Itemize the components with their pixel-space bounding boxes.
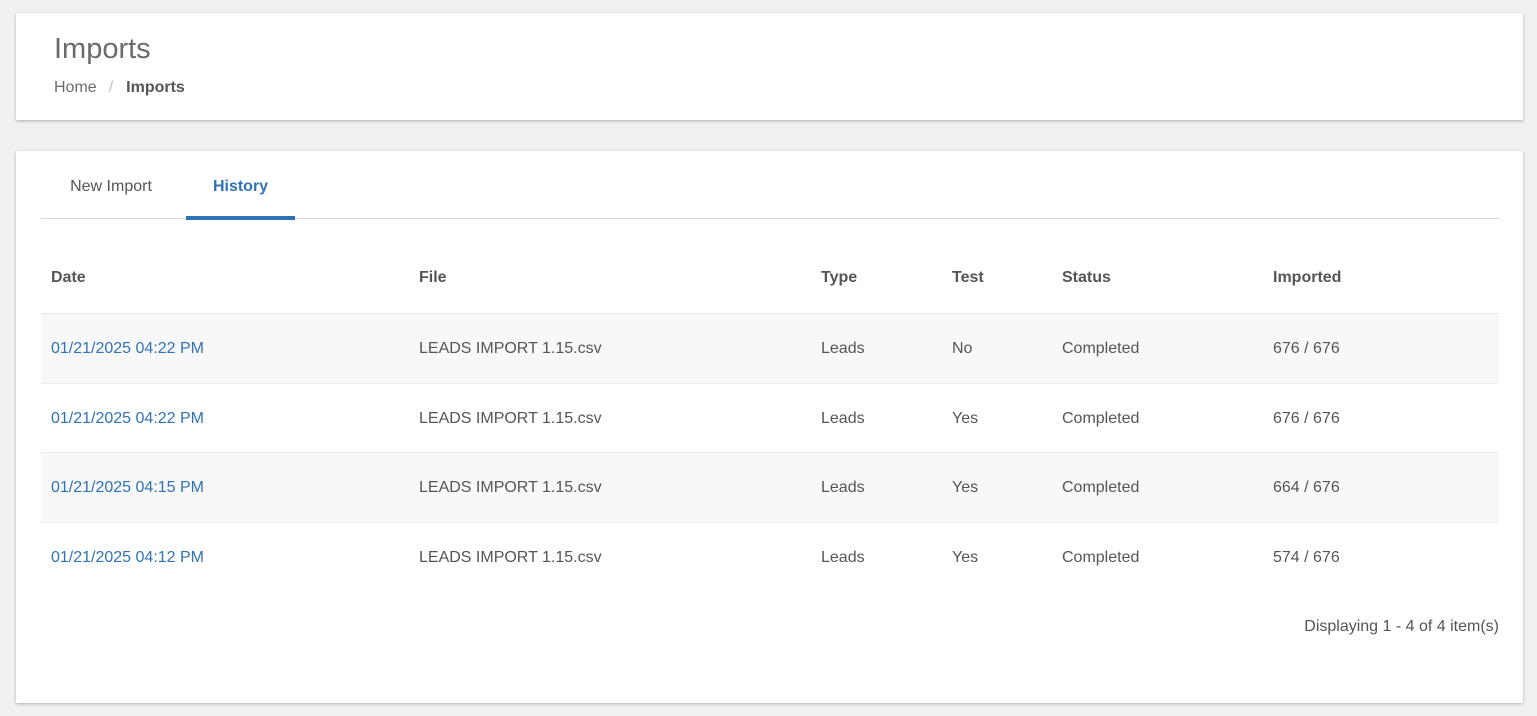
date-link[interactable]: 01/21/2025 04:15 PM [51, 453, 204, 522]
pager-info: Displaying 1 - 4 of 4 item(s) [1304, 618, 1499, 635]
date-link[interactable]: 01/21/2025 04:22 PM [51, 384, 204, 453]
file-cell: LEADS IMPORT 1.15.csv [419, 409, 602, 427]
type-cell: Leads [821, 340, 865, 357]
breadcrumb-home-link[interactable]: Home [54, 79, 97, 97]
table-row: 01/21/2025 04:22 PM LEADS IMPORT 1.15.cs… [41, 314, 1499, 384]
test-cell: Yes [952, 548, 979, 566]
type-cell: Leads [821, 409, 865, 427]
date-link[interactable]: 01/21/2025 04:12 PM [51, 523, 204, 592]
date-link[interactable]: 01/21/2025 04:22 PM [51, 314, 204, 383]
status-cell: Completed [1062, 479, 1140, 496]
table-row: 01/21/2025 04:15 PM LEADS IMPORT 1.15.cs… [41, 453, 1499, 523]
table-header: Date File Type Test Status Imported [41, 244, 1499, 314]
type-cell: Leads [821, 479, 865, 496]
imported-cell: 574 / 676 [1273, 548, 1340, 566]
test-cell: Yes [952, 409, 979, 427]
status-cell: Completed [1062, 340, 1140, 357]
breadcrumb-separator: / [108, 79, 114, 96]
file-cell: LEADS IMPORT 1.15.csv [419, 479, 602, 496]
file-cell: LEADS IMPORT 1.15.csv [419, 340, 602, 357]
imported-cell: 664 / 676 [1273, 479, 1340, 496]
tab-bar: New Import History [41, 151, 1499, 220]
file-cell: LEADS IMPORT 1.15.csv [419, 548, 602, 566]
table-body: 01/21/2025 04:22 PM LEADS IMPORT 1.15.cs… [41, 314, 1499, 592]
page-header: Imports Home / Imports [16, 13, 1523, 120]
page-title: Imports [54, 33, 151, 65]
tab-history-label: History [212, 178, 269, 195]
table-row: 01/21/2025 04:12 PM LEADS IMPORT 1.15.cs… [41, 523, 1499, 593]
tab-new-import-label: New Import [70, 178, 152, 195]
breadcrumb: Home / Imports [54, 79, 185, 97]
status-cell: Completed [1062, 548, 1140, 566]
history-table: Date File Type Test Status Imported 01/2… [41, 244, 1499, 592]
column-header-status[interactable]: Status [1062, 244, 1111, 312]
column-header-type[interactable]: Type [821, 244, 857, 312]
status-cell: Completed [1062, 409, 1140, 427]
column-header-file[interactable]: File [419, 244, 447, 312]
imports-panel: New Import History Date File Type Test S… [16, 151, 1523, 703]
column-header-test[interactable]: Test [952, 244, 984, 312]
breadcrumb-current: Imports [126, 79, 185, 96]
type-cell: Leads [821, 548, 865, 566]
test-cell: Yes [952, 479, 979, 496]
column-header-date[interactable]: Date [51, 244, 86, 312]
test-cell: No [952, 340, 973, 357]
imported-cell: 676 / 676 [1273, 409, 1340, 427]
tab-new-import[interactable]: New Import [41, 151, 181, 219]
tab-history[interactable]: History [186, 151, 295, 220]
table-row: 01/21/2025 04:22 PM LEADS IMPORT 1.15.cs… [41, 384, 1499, 453]
active-tab-indicator [186, 216, 295, 220]
column-header-imported[interactable]: Imported [1273, 244, 1341, 312]
imported-cell: 676 / 676 [1273, 340, 1340, 357]
